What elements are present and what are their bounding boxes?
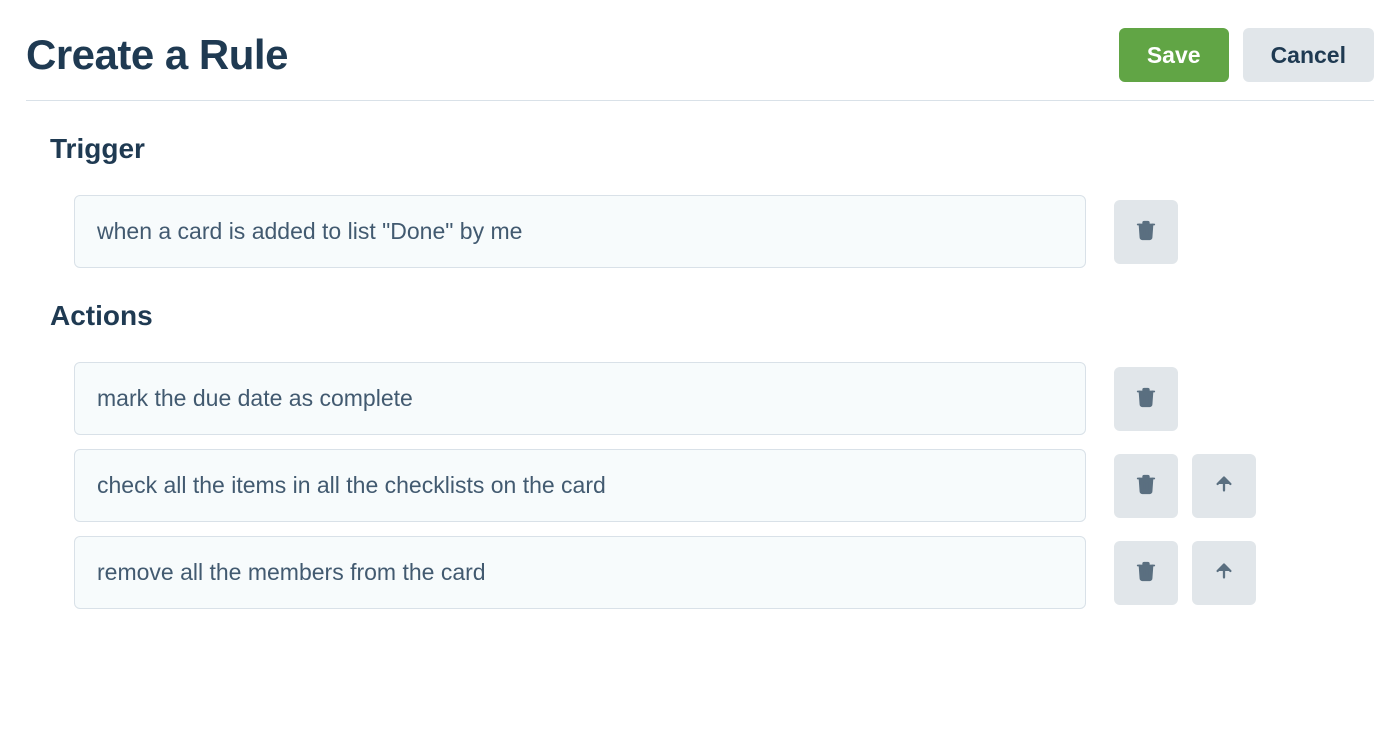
- page-title: Create a Rule: [26, 31, 288, 79]
- cancel-button[interactable]: Cancel: [1243, 28, 1374, 82]
- trigger-section: Trigger when a card is added to list "Do…: [26, 133, 1374, 268]
- actions-heading: Actions: [50, 300, 1374, 332]
- actions-section: Actions mark the due date as complete ch…: [26, 300, 1374, 609]
- action-row: mark the due date as complete: [50, 362, 1374, 435]
- delete-action-button[interactable]: [1114, 541, 1178, 605]
- trash-icon: [1135, 560, 1157, 585]
- arrow-up-icon: [1213, 560, 1235, 585]
- save-button[interactable]: Save: [1119, 28, 1229, 82]
- delete-trigger-button[interactable]: [1114, 200, 1178, 264]
- trigger-heading: Trigger: [50, 133, 1374, 165]
- trigger-row-icons: [1114, 195, 1178, 268]
- header: Create a Rule Save Cancel: [26, 28, 1374, 101]
- trigger-row: when a card is added to list "Done" by m…: [50, 195, 1374, 268]
- trigger-text: when a card is added to list "Done" by m…: [74, 195, 1086, 268]
- arrow-up-icon: [1213, 473, 1235, 498]
- action-row: remove all the members from the card: [50, 536, 1374, 609]
- move-up-action-button[interactable]: [1192, 454, 1256, 518]
- action-row: check all the items in all the checklist…: [50, 449, 1374, 522]
- delete-action-button[interactable]: [1114, 454, 1178, 518]
- delete-action-button[interactable]: [1114, 367, 1178, 431]
- action-text: check all the items in all the checklist…: [74, 449, 1086, 522]
- header-buttons: Save Cancel: [1119, 28, 1374, 82]
- move-up-action-button[interactable]: [1192, 541, 1256, 605]
- action-text: mark the due date as complete: [74, 362, 1086, 435]
- trash-icon: [1135, 219, 1157, 244]
- action-text: remove all the members from the card: [74, 536, 1086, 609]
- trash-icon: [1135, 386, 1157, 411]
- trash-icon: [1135, 473, 1157, 498]
